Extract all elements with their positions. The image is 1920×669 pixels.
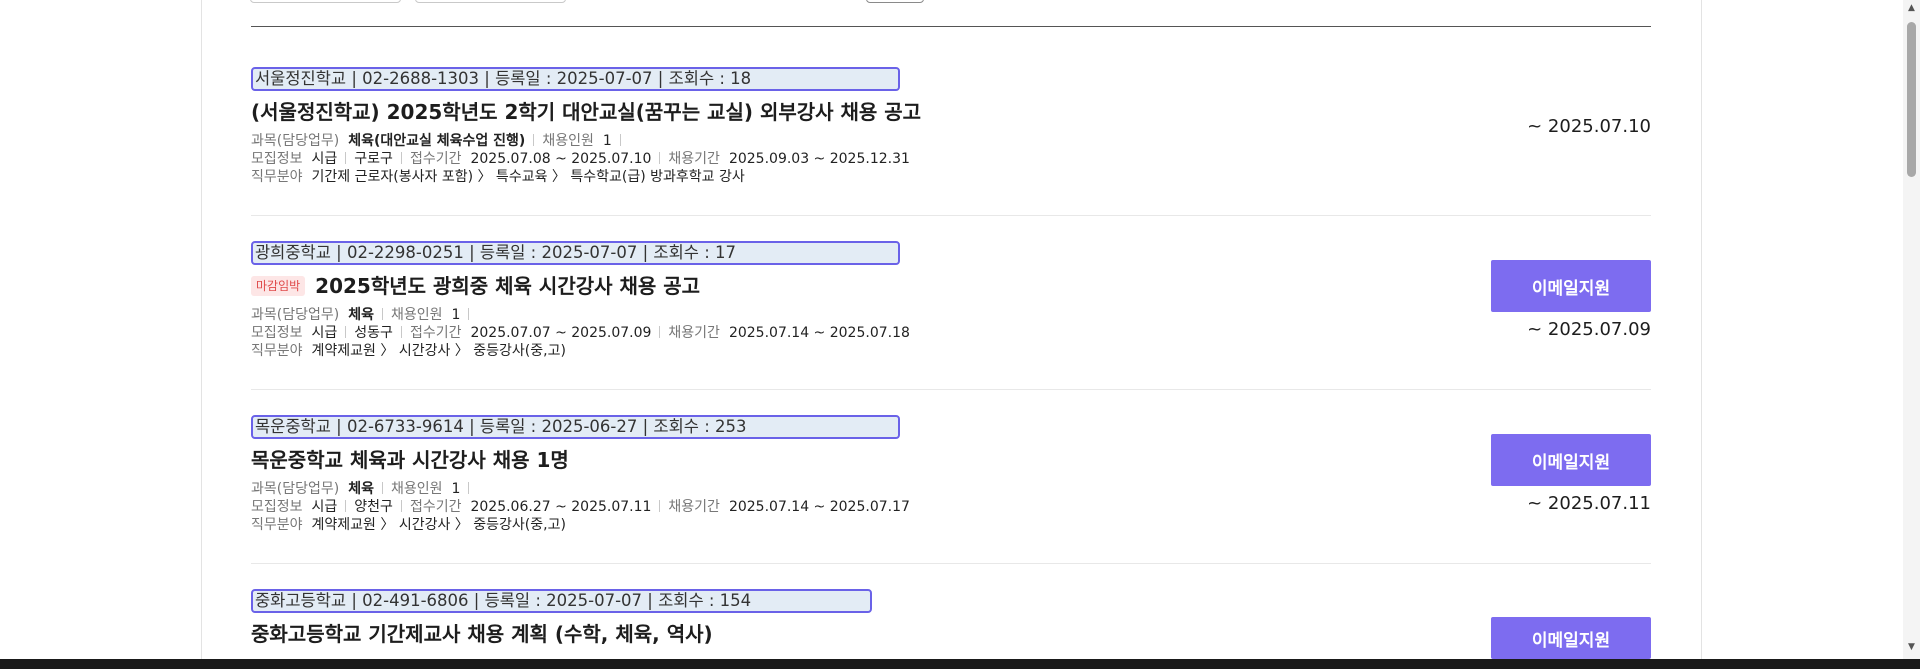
divider — [400, 152, 402, 164]
hires-label: 채용인원 — [390, 481, 443, 497]
subject-label: 과목(담당업무) — [251, 481, 340, 497]
job-title[interactable]: 중화고등학교 기간제교사 채용 계획 (수학, 체육, 역사) — [251, 621, 713, 647]
scroll-up-arrow-icon[interactable]: ▲ — [1907, 4, 1916, 13]
apply-period: 2025.07.07 ~ 2025.07.09 — [470, 325, 652, 341]
subject-value: 체육 — [348, 481, 374, 497]
row-divider — [251, 389, 1651, 390]
employ-label: 채용기간 — [668, 499, 720, 515]
job-details: 과목(담당업무) 체육 채용인원 1 모집정보 시급 양천구 접수기간 2025.06.27 … — [251, 480, 918, 534]
subject-value: 체육 — [348, 307, 374, 323]
field-value: 계약제교원 〉 시간강사 〉 중등강사(중,고) — [311, 343, 566, 359]
divider — [345, 326, 347, 338]
filter-select-2[interactable] — [415, 0, 566, 3]
subject-row: 과목(담당업무) 체육 채용인원 1 — [251, 480, 918, 498]
school-meta: 중화고등학교 | 02-491-6806 | 등록일 : 2025-07-07 … — [251, 589, 872, 613]
divider — [659, 152, 661, 164]
divider — [659, 326, 661, 338]
apply-period: 2025.07.08 ~ 2025.07.10 — [470, 151, 652, 167]
subject-row: 과목(담당업무) 체육 채용인원 1 — [251, 306, 918, 324]
deadline: ~ 2025.07.09 — [1527, 319, 1651, 340]
recruit-label: 모집정보 — [251, 499, 303, 515]
divider — [345, 152, 347, 164]
divider — [400, 326, 402, 338]
pay-type: 시급 — [311, 151, 338, 167]
job-details: 과목(담당업무) 체육(대안교실 체육수업 진행) 채용인원 1 모집정보 시급 구로구 접… — [251, 132, 918, 186]
filter-select-1[interactable] — [250, 0, 401, 3]
email-apply-button[interactable]: 이메일지원 — [1491, 617, 1651, 659]
divider — [345, 500, 347, 512]
district: 성동구 — [354, 325, 393, 341]
vertical-scrollbar[interactable]: ▲ ▼ — [1903, 0, 1920, 669]
recruit-row: 모집정보 시급 성동구 접수기간 2025.07.07 ~ 2025.07.09 채용기간… — [251, 324, 918, 342]
field-value: 기간제 근로자(봉사자 포함) 〉 특수교육 〉 특수학교(급) 방과후학교 강… — [311, 169, 745, 185]
email-apply-button[interactable]: 이메일지원 — [1491, 434, 1651, 486]
email-apply-button[interactable]: 이메일지원 — [1491, 260, 1651, 312]
apply-label: 접수기간 — [409, 325, 462, 341]
job-title[interactable]: (서울정진학교) 2025학년도 2학기 대안교실(꿈꾸는 교실) 외부강사 채… — [251, 99, 921, 125]
row-divider — [251, 563, 1651, 564]
apply-period: 2025.06.27 ~ 2025.07.11 — [470, 499, 652, 515]
closing-soon-badge: 마감임박 — [251, 275, 306, 296]
hires-value: 1 — [602, 133, 612, 149]
field-label: 직무분야 — [251, 343, 303, 359]
search-button[interactable] — [866, 0, 924, 3]
divider — [533, 134, 535, 146]
district: 양천구 — [354, 499, 393, 515]
hires-value: 1 — [451, 307, 461, 323]
deadline: ~ 2025.07.10 — [1527, 116, 1651, 137]
job-title[interactable]: 목운중학교 체육과 시간강사 채용 1명 — [251, 447, 569, 473]
job-title-text[interactable]: 목운중학교 체육과 시간강사 채용 1명 — [251, 448, 569, 472]
apply-label: 접수기간 — [409, 151, 462, 167]
divider — [400, 500, 402, 512]
employ-period: 2025.09.03 ~ 2025.12.31 — [728, 151, 910, 167]
job-title-text[interactable]: 중화고등학교 기간제교사 채용 계획 (수학, 체육, 역사) — [251, 622, 713, 646]
job-details: 과목(담당업무) 체육 채용인원 1 모집정보 시급 성동구 접수기간 2025.07.07 … — [251, 306, 918, 360]
divider — [381, 308, 383, 320]
scroll-down-arrow-icon[interactable]: ▼ — [1907, 643, 1916, 652]
school-meta: 서울정진학교 | 02-2688-1303 | 등록일 : 2025-07-07… — [251, 67, 900, 91]
hires-label: 채용인원 — [542, 133, 594, 149]
divider — [468, 308, 470, 320]
divider — [381, 482, 383, 494]
divider — [619, 134, 621, 146]
bottom-edge — [0, 659, 1920, 669]
field-label: 직무분야 — [251, 517, 303, 533]
district: 구로구 — [354, 151, 393, 167]
scroll-thumb[interactable] — [1907, 22, 1916, 177]
field-row: 직무분야 계약제교원 〉 시간강사 〉 중등강사(중,고) — [251, 516, 918, 534]
divider — [659, 500, 661, 512]
subject-value: 체육(대안교실 체육수업 진행) — [348, 133, 526, 149]
employ-period: 2025.07.14 ~ 2025.07.18 — [728, 325, 910, 341]
row-divider — [251, 215, 1651, 216]
list-top-divider — [251, 26, 1651, 27]
hires-label: 채용인원 — [390, 307, 443, 323]
employ-label: 채용기간 — [668, 151, 720, 167]
employ-period: 2025.07.14 ~ 2025.07.17 — [728, 499, 910, 515]
deadline: ~ 2025.07.11 — [1527, 493, 1651, 514]
pay-type: 시급 — [311, 499, 338, 515]
job-title-text[interactable]: (서울정진학교) 2025학년도 2학기 대안교실(꿈꾸는 교실) 외부강사 채… — [251, 100, 921, 124]
school-meta: 목운중학교 | 02-6733-9614 | 등록일 : 2025-06-27 … — [251, 415, 900, 439]
job-title[interactable]: 마감임박 2025학년도 광희중 체육 시간강사 채용 공고 — [251, 273, 700, 299]
employ-label: 채용기간 — [668, 325, 720, 341]
recruit-row: 모집정보 시급 양천구 접수기간 2025.06.27 ~ 2025.07.11 채용기간… — [251, 498, 918, 516]
field-row: 직무분야 기간제 근로자(봉사자 포함) 〉 특수교육 〉 특수학교(급) 방과후… — [251, 168, 918, 186]
field-row: 직무분야 계약제교원 〉 시간강사 〉 중등강사(중,고) — [251, 342, 918, 360]
recruit-label: 모집정보 — [251, 325, 303, 341]
subject-label: 과목(담당업무) — [251, 307, 340, 323]
hires-value: 1 — [451, 481, 461, 497]
pay-type: 시급 — [311, 325, 338, 341]
divider — [468, 482, 470, 494]
field-label: 직무분야 — [251, 169, 303, 185]
job-title-text[interactable]: 2025학년도 광희중 체육 시간강사 채용 공고 — [315, 274, 700, 298]
apply-label: 접수기간 — [409, 499, 462, 515]
recruit-row: 모집정보 시급 구로구 접수기간 2025.07.08 ~ 2025.07.10 채용기간… — [251, 150, 918, 168]
field-value: 계약제교원 〉 시간강사 〉 중등강사(중,고) — [311, 517, 566, 533]
recruit-label: 모집정보 — [251, 151, 303, 167]
subject-label: 과목(담당업무) — [251, 133, 340, 149]
school-meta: 광희중학교 | 02-2298-0251 | 등록일 : 2025-07-07 … — [251, 241, 900, 265]
subject-row: 과목(담당업무) 체육(대안교실 체육수업 진행) 채용인원 1 — [251, 132, 918, 150]
